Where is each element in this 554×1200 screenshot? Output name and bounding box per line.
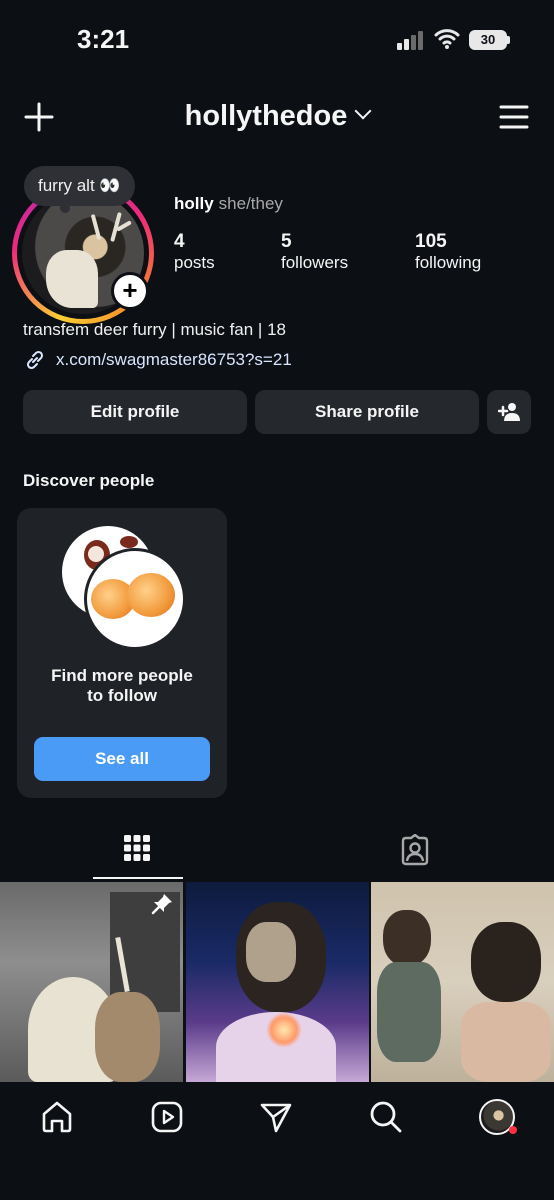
stat-label: following — [415, 253, 482, 272]
stat-following[interactable]: 105 following — [415, 231, 481, 273]
battery-nub — [507, 36, 510, 44]
plus-icon: + — [122, 275, 138, 305]
chevron-down-icon — [354, 102, 372, 120]
see-all-button[interactable]: See all — [34, 737, 210, 781]
signal-icon — [397, 31, 423, 50]
profile-link[interactable]: x.com/swagmaster86753?s=21 — [56, 350, 292, 370]
link-icon — [26, 350, 44, 370]
stat-value: 5 — [281, 231, 292, 252]
post-thumbnail-2[interactable] — [186, 882, 369, 1082]
discover-card-line-2: to follow — [87, 686, 157, 705]
profile-name-line: holly she/they — [174, 194, 283, 214]
hamburger-menu-icon[interactable] — [499, 104, 529, 130]
note-bubble-tail — [60, 203, 70, 213]
stat-posts: 4 posts — [174, 231, 215, 273]
search-icon[interactable] — [369, 1100, 403, 1134]
send-icon[interactable] — [259, 1100, 293, 1134]
edit-profile-button[interactable]: Edit profile — [23, 390, 247, 434]
notification-dot — [509, 1126, 517, 1134]
bio-text: transfem deer furry | music fan | 18 — [23, 320, 286, 339]
home-icon[interactable] — [40, 1100, 74, 1134]
add-story-button[interactable]: + — [111, 272, 149, 310]
status-time: 3:21 — [77, 24, 130, 54]
share-profile-button[interactable]: Share profile — [255, 390, 479, 434]
active-tab-indicator — [93, 877, 183, 879]
stat-followers[interactable]: 5 followers — [281, 231, 348, 273]
discover-card-text: Find more people to follow — [17, 666, 227, 706]
pronouns: she/they — [218, 194, 283, 213]
profile-note[interactable]: furry alt 👀 — [24, 166, 135, 206]
add-user-icon — [498, 403, 520, 421]
reels-icon[interactable] — [150, 1100, 184, 1134]
discover-card-line-1: Find more people — [51, 666, 193, 685]
stat-label: followers — [281, 253, 349, 272]
battery-level: 30 — [480, 32, 496, 47]
tagged-person-icon[interactable] — [399, 834, 431, 866]
stat-value: 105 — [415, 231, 447, 252]
account-switcher[interactable]: hollythedoe — [0, 100, 554, 133]
post-thumbnail-3[interactable] — [371, 882, 554, 1082]
discover-people-heading: Discover people — [23, 471, 155, 490]
username-title: hollythedoe — [184, 100, 348, 132]
stat-value: 4 — [174, 231, 185, 252]
grid-icon[interactable] — [123, 834, 151, 862]
stat-label: posts — [174, 253, 215, 272]
suggested-avatar-2 — [84, 548, 186, 650]
wifi-icon — [434, 29, 460, 49]
battery-icon: 30 — [469, 30, 507, 50]
discover-people-button[interactable] — [487, 390, 531, 434]
display-name: holly — [174, 194, 214, 213]
pin-icon — [151, 894, 172, 915]
